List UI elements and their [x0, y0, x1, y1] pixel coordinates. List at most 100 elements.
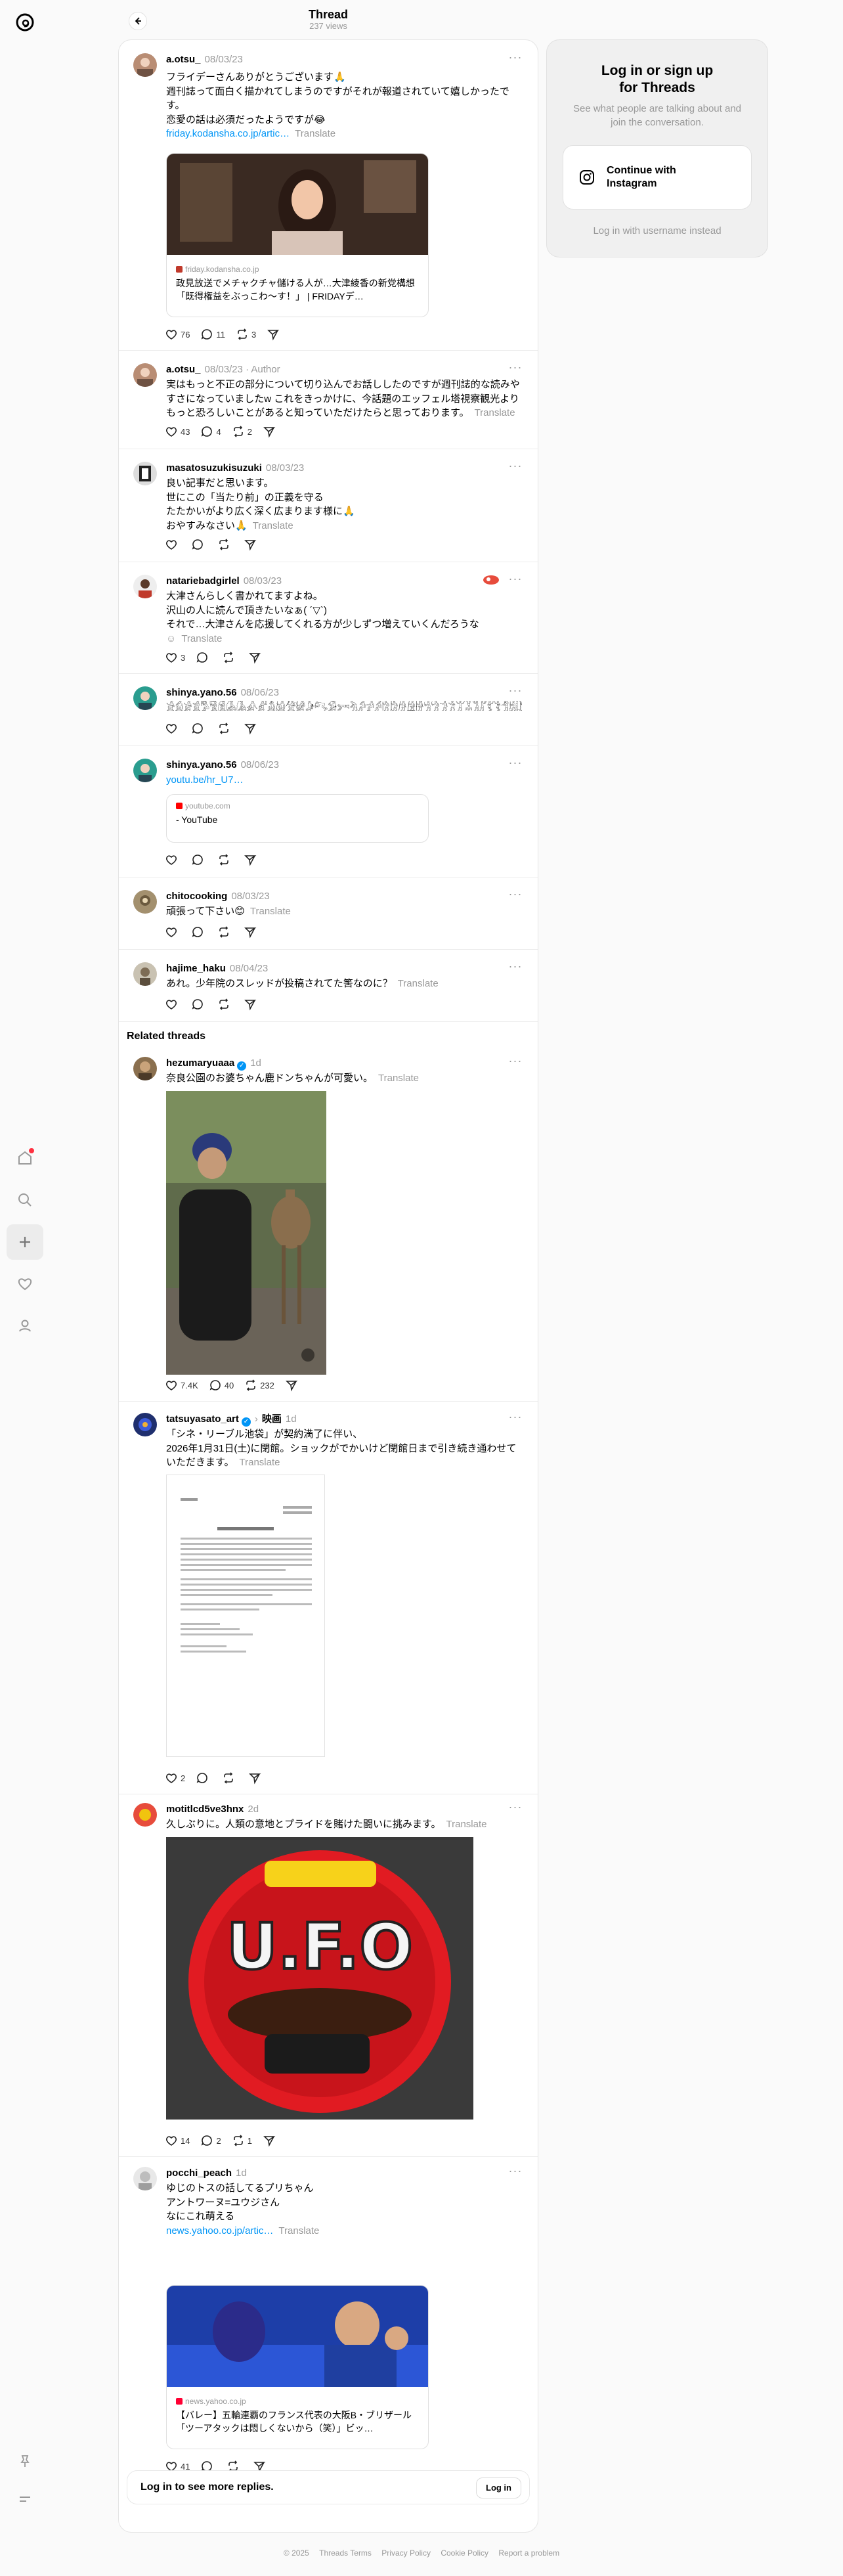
avatar[interactable] — [133, 759, 157, 782]
footer-link-terms[interactable]: Threads Terms — [319, 2548, 372, 2558]
post-link[interactable]: news.yahoo.co.jp/artic… — [166, 2225, 273, 2236]
share-button[interactable] — [263, 2134, 278, 2147]
like-button[interactable]: 3 — [165, 651, 185, 664]
repost-button[interactable]: 1 — [232, 2134, 252, 2147]
more-options-button[interactable]: ··· — [508, 960, 523, 973]
repost-button[interactable] — [217, 925, 233, 939]
post-video[interactable] — [166, 1091, 326, 1375]
nav-profile[interactable] — [7, 1308, 43, 1344]
more-options-button[interactable]: ··· — [508, 1800, 523, 1813]
repost-button[interactable]: 2 — [232, 425, 252, 438]
repost-button[interactable]: 232 — [244, 1379, 274, 1392]
more-options-button[interactable]: ··· — [508, 459, 523, 472]
avatar[interactable] — [133, 53, 157, 77]
repost-button[interactable] — [217, 722, 233, 735]
translate-link[interactable]: Translate — [475, 407, 515, 418]
username[interactable]: tatsuyasato_art — [166, 1413, 239, 1425]
repost-button[interactable] — [217, 853, 233, 866]
share-button[interactable] — [285, 1379, 301, 1392]
like-button[interactable]: 7.4K — [165, 1379, 198, 1392]
username[interactable]: shinya.yano.56 — [166, 687, 237, 698]
avatar[interactable] — [133, 2167, 157, 2190]
share-button[interactable] — [267, 328, 282, 341]
translate-link[interactable]: Translate — [278, 2225, 319, 2236]
share-button[interactable] — [244, 722, 259, 735]
reply-button[interactable]: 2 — [200, 2134, 221, 2147]
username[interactable]: chitocooking — [166, 891, 227, 902]
link-preview-card[interactable]: friday.kodansha.co.jp 政見放送でメチャクチャ儲ける人が…大… — [166, 153, 429, 317]
like-button[interactable] — [165, 853, 181, 866]
avatar[interactable] — [133, 686, 157, 710]
more-options-button[interactable]: ··· — [508, 572, 523, 585]
continue-with-instagram-button[interactable]: Continue with Instagram — [563, 145, 752, 210]
footer-link-privacy[interactable]: Privacy Policy — [381, 2548, 431, 2558]
username[interactable]: shinya.yano.56 — [166, 759, 237, 770]
translate-link[interactable]: Translate — [295, 128, 335, 139]
more-options-button[interactable]: ··· — [508, 2164, 523, 2177]
avatar[interactable] — [133, 1057, 157, 1080]
footer-link-report[interactable]: Report a problem — [498, 2548, 559, 2558]
username[interactable]: masatosuzukisuzuki — [166, 462, 262, 474]
like-button[interactable] — [165, 538, 181, 551]
more-options-button[interactable]: ··· — [508, 756, 523, 769]
like-button[interactable]: 43 — [165, 425, 190, 438]
topic-tag[interactable]: 映画 — [262, 1413, 282, 1425]
post-link[interactable]: youtu.be/hr_U7… — [166, 774, 244, 786]
like-button[interactable] — [165, 998, 181, 1011]
nav-menu[interactable] — [7, 2481, 43, 2517]
translate-link[interactable]: Translate — [240, 1457, 280, 1468]
translate-link[interactable]: Translate — [398, 978, 439, 989]
reply-button[interactable] — [191, 925, 207, 939]
share-button[interactable] — [244, 998, 259, 1011]
more-options-button[interactable]: ··· — [508, 1054, 523, 1067]
nav-create[interactable] — [7, 1224, 43, 1260]
reply-button[interactable]: 40 — [209, 1379, 234, 1392]
share-button[interactable] — [244, 853, 259, 866]
repost-button[interactable] — [222, 651, 238, 664]
more-options-button[interactable]: ··· — [508, 684, 523, 697]
username[interactable]: hajime_haku — [166, 963, 226, 974]
reply-button[interactable]: 11 — [200, 328, 225, 341]
translate-link[interactable]: Translate — [181, 633, 222, 644]
reply-button[interactable] — [191, 722, 207, 735]
translate-link[interactable]: Translate — [378, 1073, 419, 1084]
login-button[interactable]: Log in — [476, 2477, 521, 2498]
username[interactable]: hezumaryuaaa — [166, 1057, 234, 1069]
like-button[interactable]: 2 — [165, 1771, 185, 1785]
link-preview-card[interactable]: news.yahoo.co.jp 【バレー】五輪連覇のフランス代表の大阪B・ブリ… — [166, 2285, 429, 2449]
more-options-button[interactable]: ··· — [508, 1410, 523, 1423]
username[interactable]: a.otsu_ — [166, 364, 201, 375]
avatar[interactable] — [133, 962, 157, 986]
username-login-link[interactable]: Log in with username instead — [547, 225, 767, 236]
username[interactable]: motitlcd5ve3hnx — [166, 1804, 244, 1815]
share-button[interactable] — [244, 925, 259, 939]
threads-logo-icon[interactable] — [12, 9, 38, 35]
share-button[interactable] — [244, 538, 259, 551]
username[interactable]: natariebadgirlel — [166, 575, 240, 587]
nav-home[interactable] — [7, 1140, 43, 1176]
post-document-image[interactable] — [166, 1475, 325, 1757]
share-button[interactable] — [248, 1771, 264, 1785]
repost-button[interactable] — [222, 1771, 238, 1785]
reply-button[interactable]: 4 — [200, 425, 221, 438]
like-button[interactable]: 14 — [165, 2134, 190, 2147]
nav-pin[interactable] — [7, 2443, 43, 2479]
avatar[interactable] — [133, 1413, 157, 1436]
username[interactable]: pocchi_peach — [166, 2167, 232, 2179]
nav-search[interactable] — [7, 1182, 43, 1218]
more-options-button[interactable]: ··· — [508, 887, 523, 900]
repost-button[interactable]: 3 — [236, 328, 256, 341]
avatar[interactable] — [133, 890, 157, 914]
share-button[interactable] — [248, 651, 264, 664]
avatar[interactable] — [133, 1803, 157, 1827]
nav-activity[interactable] — [7, 1266, 43, 1302]
reply-button[interactable] — [196, 1771, 211, 1785]
repost-button[interactable] — [217, 538, 233, 551]
avatar[interactable] — [133, 462, 157, 485]
reply-button[interactable] — [191, 538, 207, 551]
post-link[interactable]: friday.kodansha.co.jp/artic… — [166, 128, 290, 139]
post-image[interactable]: U.F.O — [166, 1837, 473, 2120]
reply-button[interactable] — [191, 853, 207, 866]
footer-link-cookies[interactable]: Cookie Policy — [441, 2548, 488, 2558]
share-button[interactable] — [263, 425, 278, 438]
